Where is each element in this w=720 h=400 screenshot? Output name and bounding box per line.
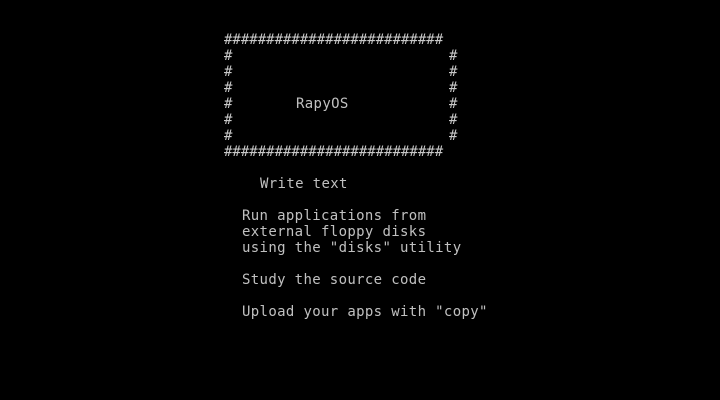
banner-right-border: # (449, 112, 458, 128)
menu-item-run-applications-line3: using the "disks" utility (242, 240, 462, 256)
menu-item-study-source: Study the source code (242, 272, 427, 288)
menu-item-write-text: Write text (260, 176, 348, 192)
banner-top-border: ########################## (224, 32, 444, 48)
banner-left-border: # (224, 64, 233, 80)
banner-right-border: # (449, 96, 458, 112)
menu-item-upload-apps: Upload your apps with "copy" (242, 304, 488, 320)
banner-left-border: # (224, 128, 233, 144)
banner-right-border: # (449, 48, 458, 64)
menu-item-run-applications-line2: external floppy disks (242, 224, 427, 240)
banner-right-border: # (449, 80, 458, 96)
os-title: RapyOS (296, 96, 349, 112)
menu-item-run-applications: Run applications from (242, 208, 427, 224)
text-mode-screen: ########################## # # # # # # #… (0, 0, 720, 400)
banner-left-border: # (224, 112, 233, 128)
banner-left-border: # (224, 96, 233, 112)
banner-left-border: # (224, 80, 233, 96)
banner-bottom-border: ########################## (224, 144, 444, 160)
banner-left-border: # (224, 48, 233, 64)
banner-right-border: # (449, 128, 458, 144)
banner-right-border: # (449, 64, 458, 80)
